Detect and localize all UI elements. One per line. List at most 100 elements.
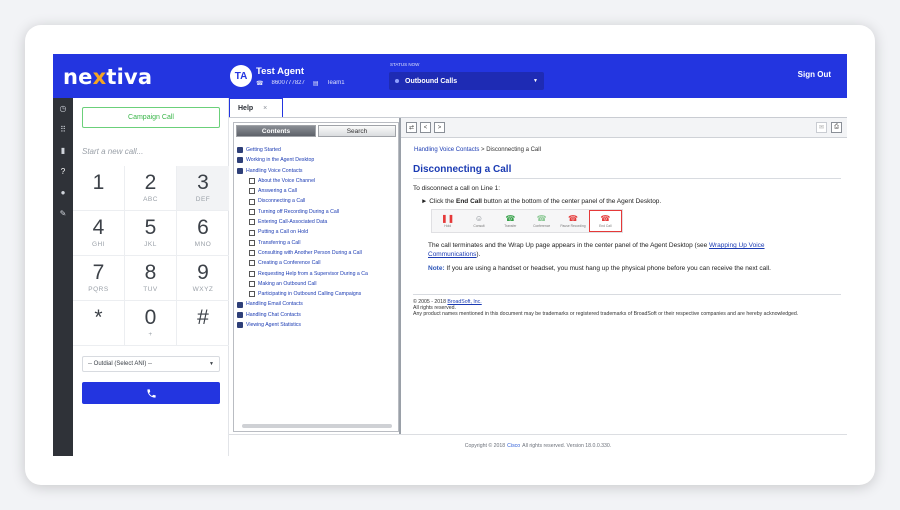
tree-item-label: Disconnecting a Call (258, 198, 306, 205)
page-icon (249, 229, 255, 236)
tree-item[interactable]: Putting a Call on Hold (237, 227, 399, 237)
page-icon (249, 219, 255, 226)
tree-item-label: Entering Call-Associated Data (258, 219, 328, 226)
tree-item[interactable]: Handling Voice Contacts (237, 166, 399, 176)
keypad: 1 2 ABC 3 DEF 4 GHI 5 JKL 6 MNO 7 PQRS 8 TUV 9 WXYZ * 0 + # (73, 166, 229, 356)
key-2[interactable]: 2 ABC (125, 166, 177, 211)
user-icon[interactable]: ● (53, 182, 73, 203)
outdial-ani-select[interactable]: -- Outdial (Select ANI) -- ▼ (82, 356, 220, 372)
dialer-panel: Campaign Call Start a new call... 1 2 ABC 3… (73, 98, 229, 456)
tree-item-label: Getting Started (246, 147, 281, 153)
article-footer: © 2005 - 2018 BroadSoft, Inc. All rights… (413, 299, 843, 318)
tree-item[interactable]: Disconnecting a Call (237, 196, 399, 206)
book-icon (237, 311, 243, 318)
note-label: Note: (428, 265, 445, 272)
keypad-icon[interactable]: ⠿ (53, 119, 73, 140)
tree-item[interactable]: Requesting Help from a Supervisor During… (237, 269, 399, 279)
nextiva-logo: nextiva (63, 65, 153, 89)
back-button[interactable]: < (420, 122, 431, 133)
tree-item[interactable]: Consulting with Another Person During a … (237, 248, 399, 258)
tree-item[interactable]: Transferring a Call (237, 238, 399, 248)
illustration-label: Transfer (504, 224, 517, 228)
key-letters: ABC (143, 196, 158, 203)
tree-item[interactable]: Entering Call-Associated Data (237, 217, 399, 227)
call-controls-illustration: ❚❚ Hold ☺ Consult ☎ Transfer ☎ Conference ☎ Pause… (431, 209, 623, 233)
key-hash[interactable]: # (177, 301, 229, 346)
end-call-icon: ☎ (600, 214, 611, 223)
tree-item[interactable]: Viewing Agent Statistics (237, 320, 399, 330)
article-intro: To disconnect a call on Line 1: (413, 185, 501, 192)
stats-icon[interactable]: ▮ (53, 140, 73, 161)
cisco-link[interactable]: Cisco (507, 443, 520, 449)
key-letters: PQRS (88, 286, 109, 293)
tools-icon[interactable]: ✎ (53, 203, 73, 224)
footer-version: All rights reserved. Version 18.0.0.330. (522, 442, 612, 449)
key-star[interactable]: * (73, 301, 125, 346)
key-digit: 2 (144, 171, 157, 194)
tree-item-label: Participating in Outbound Calling Campai… (258, 291, 362, 298)
key-letters: TUV (143, 286, 158, 293)
key-8[interactable]: 8 TUV (125, 256, 177, 301)
forward-button[interactable]: > (434, 122, 445, 133)
key-4[interactable]: 4 GHI (73, 211, 125, 256)
help-icon[interactable]: ? (53, 161, 73, 182)
key-digit: 8 (144, 261, 157, 284)
tree-item-label: Consulting with Another Person During a … (258, 249, 362, 256)
tree-item-label: Answering a Call (258, 188, 297, 195)
key-9[interactable]: 9 WXYZ (177, 256, 229, 301)
status-value: Outbound Calls (405, 77, 458, 85)
sign-out-link[interactable]: Sign Out (798, 70, 831, 79)
tree-item-label: Viewing Agent Statistics (246, 322, 301, 329)
close-icon[interactable]: × (263, 105, 267, 112)
key-digit: 5 (144, 216, 157, 239)
breadcrumb-link[interactable]: Handling Voice Contacts (414, 147, 479, 153)
copyright-text: © 2005 - 2018 (413, 299, 448, 305)
key-letters: WXYZ (192, 286, 214, 293)
outdial-value: -- Outdial (Select ANI) -- (88, 361, 153, 367)
key-7[interactable]: 7 PQRS (73, 256, 125, 301)
illustration-consult-button: ☺ Consult (463, 210, 494, 232)
key-1[interactable]: 1 (73, 166, 125, 211)
tree-item[interactable]: Making an Outbound Call (237, 279, 399, 289)
divider (413, 294, 841, 295)
print-icon[interactable]: ⎙ (831, 122, 842, 133)
new-call-input[interactable]: Start a new call... (82, 147, 143, 156)
key-5[interactable]: 5 JKL (125, 211, 177, 256)
avatar[interactable]: TA (230, 65, 252, 87)
tree-item[interactable]: Working in the Agent Desktop (237, 155, 399, 165)
left-rail: ◷ ⠿ ▮ ? ● ✎ (53, 98, 73, 456)
page-icon (249, 291, 255, 298)
tree-item[interactable]: Answering a Call (237, 186, 399, 196)
tab-help[interactable]: Help × (229, 98, 283, 118)
tree-item[interactable]: Handling Email Contacts (237, 299, 399, 309)
help-toolbar: ⇄ < > ✉ ⎙ (401, 118, 847, 138)
key-6[interactable]: 6 MNO (177, 211, 229, 256)
key-digit: 7 (92, 261, 105, 284)
tree-item-label: About the Voice Channel (258, 177, 316, 184)
breadcrumb-current: > Disconnecting a Call (479, 147, 541, 153)
agent-meta: ☎ 8600777827 ▤ Team1 (256, 80, 345, 87)
campaign-call-button[interactable]: Campaign Call (82, 107, 220, 128)
tree-item[interactable]: About the Voice Channel (237, 176, 399, 186)
broadsoft-link[interactable]: BroadSoft, Inc. (447, 299, 481, 305)
sync-icon[interactable]: ⇄ (406, 122, 417, 133)
tree-item[interactable]: Getting Started (237, 145, 399, 155)
tree-item[interactable]: Handling Chat Contacts (237, 310, 399, 320)
divider (413, 178, 841, 179)
key-0[interactable]: 0 + (125, 301, 177, 346)
tab-contents[interactable]: Contents (236, 125, 316, 137)
key-digit: 6 (197, 216, 209, 239)
tab-search[interactable]: Search (318, 125, 396, 137)
illustration-pause-recording-button: ☎ Pause Recording (557, 210, 588, 232)
call-button[interactable] (82, 382, 220, 404)
chevron-down-icon: ▼ (209, 361, 214, 367)
tree-item[interactable]: Turning off Recording During a Call (237, 207, 399, 217)
tree-item[interactable]: Participating in Outbound Calling Campai… (237, 289, 399, 299)
status-select[interactable]: Outbound Calls ▼ (389, 72, 544, 90)
history-icon[interactable]: ◷ (53, 98, 73, 119)
email-icon[interactable]: ✉ (816, 122, 827, 133)
horizontal-scrollbar[interactable] (242, 424, 392, 428)
key-3[interactable]: 3 DEF (177, 166, 229, 211)
tree-item[interactable]: Creating a Conference Call (237, 258, 399, 268)
tree-item-label: Transferring a Call (258, 239, 301, 246)
